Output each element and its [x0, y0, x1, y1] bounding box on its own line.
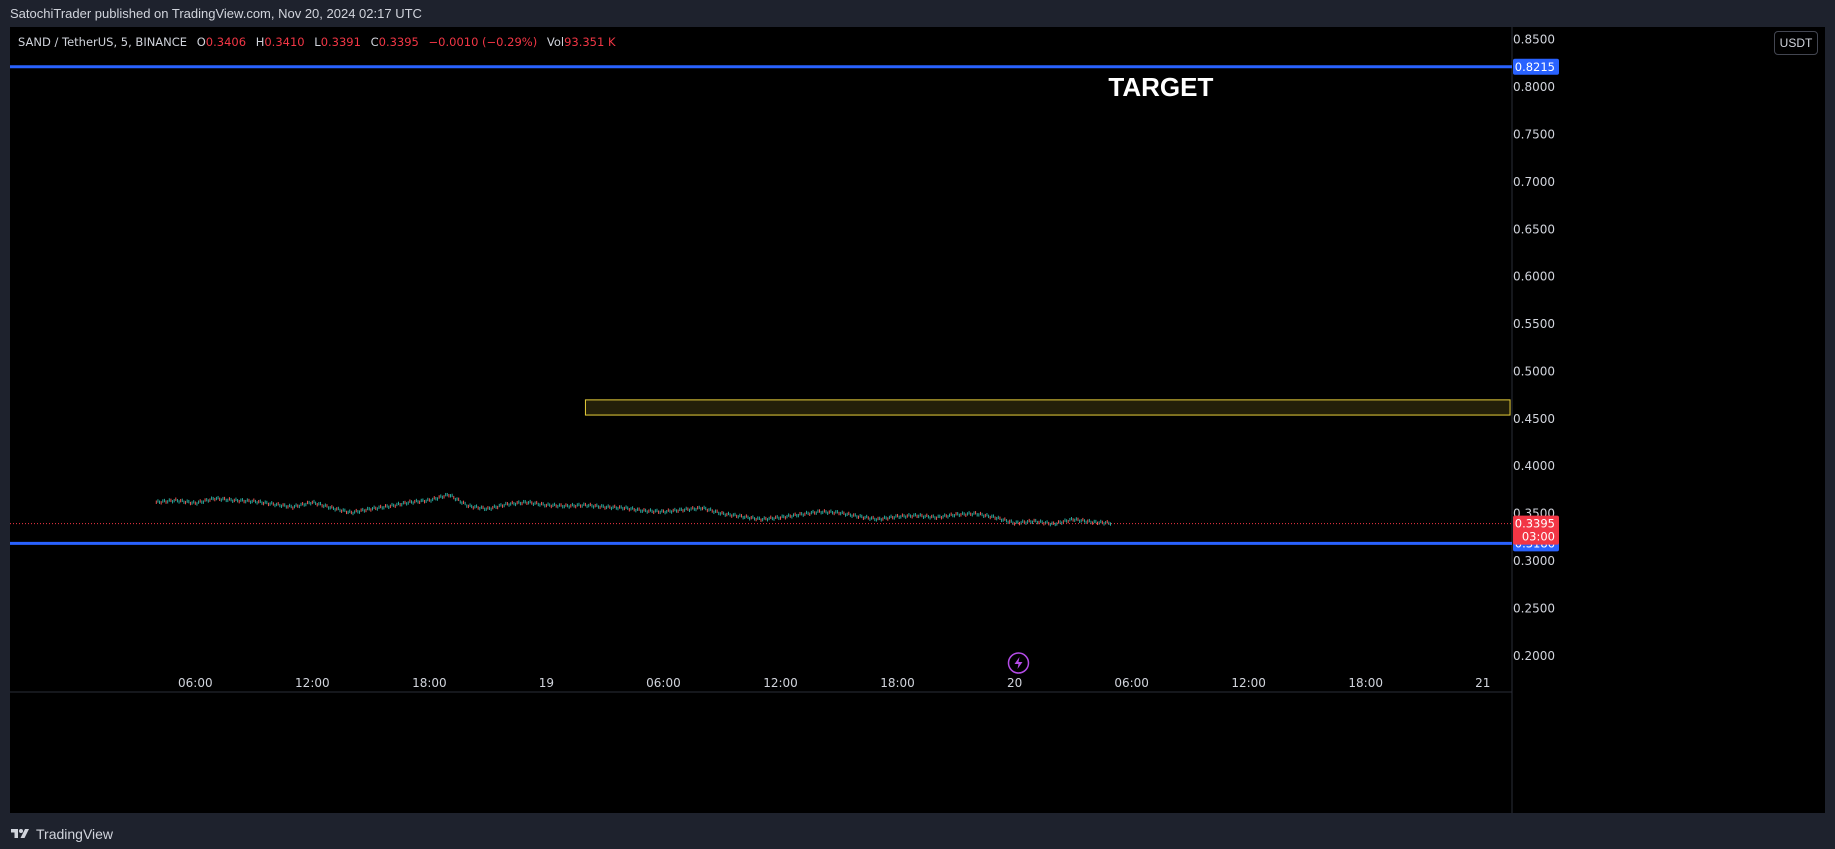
price-countdown-label: 03:00: [1522, 530, 1555, 544]
y-tick-label: 0.5500: [1513, 317, 1555, 331]
annotation-target[interactable]: TARGET: [1108, 72, 1213, 102]
y-tick-label: 0.2500: [1513, 601, 1555, 615]
x-tick-label: 21: [1475, 676, 1490, 690]
close-label: C: [370, 35, 379, 49]
volume-label: Vol: [546, 35, 565, 49]
footer-brand[interactable]: TradingView: [36, 826, 113, 842]
x-tick-label: 18:00: [412, 676, 447, 690]
x-tick-label: 12:00: [763, 676, 798, 690]
chart-panel[interactable]: 0.2000 0.2500 0.3000 0.3500 0.4000 0.4500 0.50…: [10, 27, 1825, 813]
y-tick-label: 0.6500: [1513, 222, 1555, 236]
footer-bar: TradingView: [0, 819, 1835, 849]
y-tick-label: 0.7500: [1513, 128, 1555, 142]
y-tick-label: 0.6000: [1513, 270, 1555, 284]
x-tick-label: 18:00: [1348, 676, 1383, 690]
y-tick-label: 0.3000: [1513, 554, 1555, 568]
change-value: −0.0010 (−0.29%): [428, 35, 538, 49]
currency-button[interactable]: USDT: [1774, 31, 1818, 55]
volume-value: 93.351 K: [564, 35, 616, 49]
x-tick-label: 12:00: [295, 676, 330, 690]
y-tick-label: 0.7000: [1513, 175, 1555, 189]
x-tick-label: 06:00: [646, 676, 681, 690]
x-tick-label: 06:00: [1114, 676, 1149, 690]
x-tick-label: 12:00: [1231, 676, 1266, 690]
y-tick-label: 0.4000: [1513, 459, 1555, 473]
y-tick-label: 0.5000: [1513, 364, 1555, 378]
publish-header: SatochiTrader published on TradingView.c…: [0, 0, 1835, 27]
y-tick-label: 0.8000: [1513, 80, 1555, 94]
lightning-icon[interactable]: [1007, 652, 1030, 674]
chart-svg[interactable]: 0.20000.25000.30000.35000.40000.45000.50…: [10, 27, 1825, 813]
y-tick-label: 0.2000: [1513, 649, 1555, 663]
tradingview-logo-icon[interactable]: [10, 827, 30, 841]
price-zone-box[interactable]: [584, 399, 1511, 416]
x-tick-label: 19: [539, 676, 554, 690]
symbol-label[interactable]: SAND / TetherUS, 5, BINANCE: [18, 35, 187, 49]
x-tick-label: 18:00: [880, 676, 915, 690]
close-value: 0.3395: [378, 35, 419, 49]
y-tick-label: 0.8500: [1513, 33, 1555, 47]
y-tick-label: 0.4500: [1513, 412, 1555, 426]
current-price-label: 0.3395: [1515, 517, 1555, 531]
x-tick-label: 20: [1007, 676, 1022, 690]
x-tick-label: 06:00: [178, 676, 213, 690]
high-value: 0.3410: [264, 35, 305, 49]
ohlc-legend: SAND / TetherUS, 5, BINANCE O0.3406 H0.3…: [18, 35, 616, 49]
publish-text: SatochiTrader published on TradingView.c…: [10, 6, 422, 21]
open-label: O: [196, 35, 206, 49]
level-price-label: 0.8215: [1515, 60, 1555, 74]
open-value: 0.3406: [205, 35, 247, 49]
low-value: 0.3391: [320, 35, 361, 49]
